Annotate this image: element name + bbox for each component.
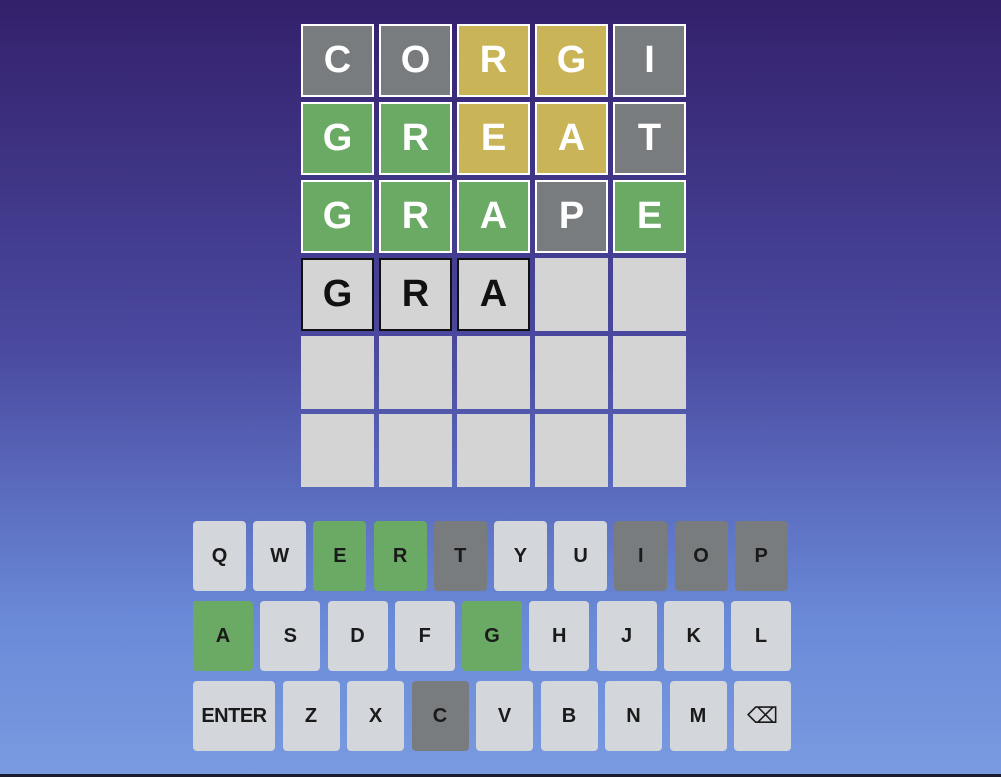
key-u[interactable]: U (554, 521, 608, 591)
key-b[interactable]: B (540, 681, 598, 751)
key-y[interactable]: Y (493, 521, 547, 591)
board-row (301, 414, 691, 487)
keyboard-row: ASDFGHJKL (193, 601, 791, 671)
keyboard-row: ENTER Z X C V B N M ⌫ (193, 681, 791, 751)
board-row: GRAPE (301, 180, 691, 253)
board-tile: E (613, 180, 686, 253)
board-tile (301, 414, 374, 487)
game-board: CORGIGREATGRAPEGRA (301, 24, 691, 492)
key-i[interactable]: I (614, 521, 668, 591)
board-tile: R (457, 24, 530, 97)
key-d[interactable]: D (327, 601, 388, 671)
board-tile (535, 258, 608, 331)
board-tile: A (457, 258, 530, 331)
board-tile: T (613, 102, 686, 175)
key-k[interactable]: K (663, 601, 724, 671)
board-row: GREAT (301, 102, 691, 175)
board-tile: R (379, 180, 452, 253)
key-s[interactable]: S (260, 601, 321, 671)
board-tile: E (457, 102, 530, 175)
key-m[interactable]: M (669, 681, 727, 751)
key-f[interactable]: F (394, 601, 455, 671)
board-tile (457, 414, 530, 487)
key-z[interactable]: Z (282, 681, 340, 751)
board-tile (613, 336, 686, 409)
board-tile: G (301, 102, 374, 175)
board-tile: R (379, 258, 452, 331)
on-screen-keyboard: Q W E R T Y U I O P A S D F G H J K L ENTER Z X C V B N M ⌫ (193, 521, 791, 761)
board-tile (379, 336, 452, 409)
board-row: GRA (301, 258, 691, 331)
key-t[interactable]: T (433, 521, 487, 591)
board-tile: A (457, 180, 530, 253)
board-tile (301, 336, 374, 409)
backspace-key[interactable]: ⌫ (734, 681, 791, 751)
key-a[interactable]: A (193, 601, 253, 671)
key-q[interactable]: Q (193, 521, 246, 591)
board-tile: G (301, 258, 374, 331)
board-row (301, 336, 691, 409)
board-tile (379, 414, 452, 487)
board-tile (535, 414, 608, 487)
board-tile: G (535, 24, 608, 97)
board-tile (457, 336, 530, 409)
key-n[interactable]: N (605, 681, 662, 751)
board-tile: P (535, 180, 608, 253)
board-tile: G (301, 180, 374, 253)
key-g[interactable]: G (462, 601, 522, 671)
keyboard-row: QWERTYUIOP (193, 521, 791, 591)
key-h[interactable]: H (529, 601, 590, 671)
key-c[interactable]: C (411, 681, 469, 751)
board-row: CORGI (301, 24, 691, 97)
key-o[interactable]: O (674, 521, 728, 591)
key-w[interactable]: W (253, 521, 307, 591)
enter-key[interactable]: ENTER (193, 681, 275, 751)
key-v[interactable]: V (476, 681, 533, 751)
board-tile: I (613, 24, 686, 97)
board-tile: O (379, 24, 452, 97)
backspace-icon: ⌫ (746, 703, 779, 728)
board-tile: A (535, 102, 608, 175)
key-p[interactable]: P (734, 521, 788, 591)
key-e[interactable]: E (313, 521, 367, 591)
board-tile: C (301, 24, 374, 97)
key-x[interactable]: X (347, 681, 404, 751)
board-tile (613, 258, 686, 331)
key-l[interactable]: L (731, 601, 791, 671)
board-tile (613, 414, 686, 487)
board-tile: R (379, 102, 452, 175)
key-r[interactable]: R (373, 521, 427, 591)
board-tile (535, 336, 608, 409)
key-j[interactable]: J (596, 601, 657, 671)
